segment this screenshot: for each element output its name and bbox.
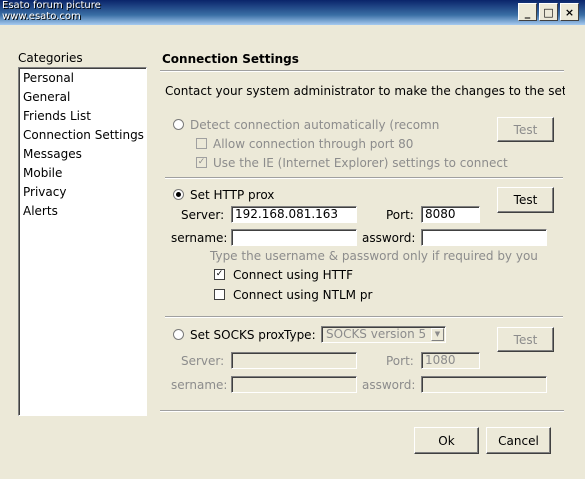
close-button[interactable]: ×	[560, 3, 579, 21]
http-password-label: assword:	[362, 231, 416, 245]
credentials-hint: Type the username & password only if req…	[210, 249, 538, 263]
auto-detect-radio[interactable]	[173, 119, 184, 130]
http-server-label: Server:	[181, 208, 225, 222]
http-server-input[interactable]: 192.168.081.163	[231, 206, 357, 223]
socks-username-label: sername:	[171, 378, 226, 392]
use-ie-settings-checkbox[interactable]: ✓	[196, 157, 207, 168]
minimize-button[interactable]: _	[518, 3, 537, 21]
socks-proxy-label: Set SOCKS prox	[190, 328, 285, 342]
category-messages[interactable]: Messages	[23, 147, 82, 161]
connect-http-label: Connect using HTTF	[233, 268, 354, 282]
http-port-input[interactable]: 8080	[421, 206, 480, 223]
section-divider-2	[165, 316, 563, 318]
category-connection-settings[interactable]: Connection Settings	[23, 128, 144, 142]
allow-port80-checkbox[interactable]	[196, 138, 207, 149]
cancel-button[interactable]: Cancel	[486, 427, 551, 454]
socks-port-label: Port:	[386, 354, 414, 368]
maximize-button[interactable]: □	[539, 3, 558, 21]
socks-type-label: Type:	[284, 328, 316, 342]
http-password-input[interactable]	[421, 229, 547, 246]
socks-password-input[interactable]	[421, 376, 547, 393]
allow-port80-label: Allow connection through port 80	[213, 137, 414, 151]
socks-type-select[interactable]: SOCKS version 5 ▼	[321, 326, 446, 343]
category-friends-list[interactable]: Friends List	[23, 109, 91, 123]
use-ie-settings-label: Use the IE (Internet Explorer) settings …	[213, 156, 508, 170]
category-mobile[interactable]: Mobile	[23, 166, 62, 180]
watermark-line2: www.esato.com	[2, 11, 81, 22]
chevron-down-icon[interactable]: ▼	[431, 328, 444, 341]
category-personal[interactable]: Personal	[23, 71, 74, 85]
title-bar[interactable]: Esato forum picture www.esato.com _ □ ×	[0, 0, 585, 25]
socks-password-label: assword:	[362, 378, 416, 392]
categories-title: Categories	[18, 51, 83, 65]
http-test-button[interactable]: Test	[497, 187, 554, 213]
auto-detect-label: Detect connection automatically (recomn	[190, 118, 440, 132]
connect-http-checkbox[interactable]: ✓	[214, 269, 225, 280]
section-divider-1	[165, 177, 563, 179]
admin-notice: Contact your system administrator to mak…	[165, 84, 565, 98]
connect-ntlm-checkbox[interactable]	[214, 289, 225, 300]
auto-test-button[interactable]: Test	[497, 117, 554, 142]
socks-username-input[interactable]	[231, 376, 357, 393]
connect-ntlm-label: Connect using NTLM pr	[233, 288, 373, 302]
http-proxy-radio[interactable]	[173, 189, 184, 200]
http-username-label: sername:	[171, 231, 226, 245]
watermark: Esato forum picture www.esato.com	[2, 0, 101, 22]
socks-type-value: SOCKS version 5	[326, 327, 427, 341]
http-username-input[interactable]	[231, 229, 357, 246]
category-privacy[interactable]: Privacy	[23, 185, 66, 199]
footer-divider	[160, 410, 564, 412]
categories-list[interactable]: Personal General Friends List Connection…	[18, 67, 147, 416]
category-general[interactable]: General	[23, 90, 70, 104]
http-port-label: Port:	[386, 208, 414, 222]
socks-server-label: Server:	[181, 354, 225, 368]
socks-test-button[interactable]: Test	[497, 327, 554, 352]
page-title: Connection Settings	[162, 52, 299, 66]
ok-button[interactable]: Ok	[414, 427, 479, 454]
socks-server-input[interactable]	[231, 352, 357, 369]
http-proxy-label: Set HTTP prox	[190, 188, 275, 202]
title-divider	[160, 70, 564, 72]
watermark-line1: Esato forum picture	[2, 0, 101, 11]
socks-port-input[interactable]: 1080	[421, 352, 480, 369]
category-alerts[interactable]: Alerts	[23, 204, 58, 218]
socks-proxy-radio[interactable]	[173, 329, 184, 340]
